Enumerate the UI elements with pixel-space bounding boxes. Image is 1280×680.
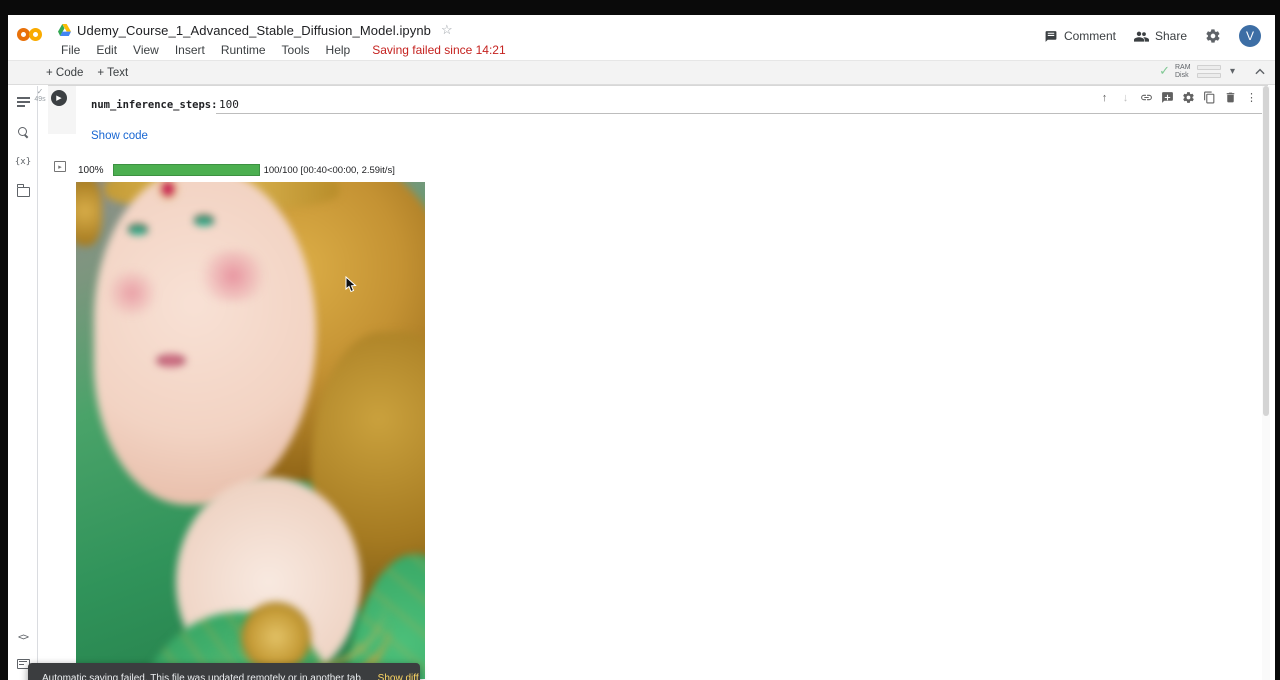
menu-edit[interactable]: Edit — [88, 41, 125, 59]
resource-widget[interactable]: ✓ RAM Disk ▾ — [1159, 63, 1235, 79]
scrollbar-thumb[interactable] — [1263, 86, 1269, 416]
image-right-eye — [194, 215, 214, 226]
avatar[interactable]: V — [1239, 25, 1261, 47]
image-left-eye — [128, 224, 148, 235]
add-code-button[interactable]: + Code — [46, 67, 83, 79]
drive-icon — [58, 24, 71, 36]
execution-time: 49s — [32, 96, 48, 103]
menu-help[interactable]: Help — [318, 41, 359, 59]
form-field-label: num_inference_steps: — [91, 99, 217, 111]
image-blush-region — [194, 250, 272, 302]
image-forehead-gem — [162, 182, 174, 196]
notebook-title[interactable]: Udemy_Course_1_Advanced_Stable_Diffusion… — [77, 23, 431, 38]
settings-gear-icon[interactable] — [1205, 28, 1221, 44]
execution-info: ✓ 49s — [32, 88, 48, 103]
share-label: Share — [1155, 29, 1187, 43]
run-cell-button[interactable]: ▶ — [51, 90, 67, 106]
disk-label: Disk — [1175, 72, 1194, 79]
image-blush-region — [104, 270, 160, 316]
variables-icon[interactable]: {x} — [8, 150, 38, 174]
menu-runtime[interactable]: Runtime — [213, 41, 274, 59]
comment-label: Comment — [1064, 29, 1116, 43]
comment-icon — [1044, 30, 1058, 43]
left-sidebar: {x} <> — [8, 86, 38, 680]
progress-caption: 100/100 [00:40<00:00, 2.59it/s] — [264, 165, 395, 176]
cell-toolbar: ↑ ↓ ⋮ — [1093, 88, 1263, 107]
menu-file[interactable]: File — [53, 41, 88, 59]
colab-app: Udemy_Course_1_Advanced_Stable_Diffusion… — [8, 15, 1275, 680]
add-text-button[interactable]: + Text — [97, 67, 128, 79]
copy-cell-icon[interactable] — [1202, 90, 1217, 105]
mouse-cursor — [345, 276, 357, 293]
move-cell-down-icon[interactable]: ↓ — [1118, 90, 1133, 105]
executed-check-icon: ✓ — [32, 88, 48, 96]
image-lips — [156, 354, 186, 367]
menu-bar: File Edit View Insert Runtime Tools Help… — [53, 41, 506, 59]
show-code-link[interactable]: Show code — [91, 130, 148, 142]
ram-label: RAM — [1175, 64, 1194, 71]
generated-image — [76, 182, 425, 679]
notebook-toolbar: + Code + Text ✓ RAM Disk ▾ — [8, 60, 1275, 85]
add-comment-icon[interactable] — [1160, 90, 1175, 105]
menu-insert[interactable]: Insert — [167, 41, 213, 59]
save-status[interactable]: Saving failed since 14:21 — [372, 43, 505, 57]
share-button[interactable]: Share — [1134, 29, 1187, 43]
search-icon[interactable] — [8, 120, 38, 144]
image-gold-pendant — [241, 602, 311, 672]
move-cell-up-icon[interactable]: ↑ — [1097, 90, 1112, 105]
save-failed-toast: Automatic saving failed. This file was u… — [28, 663, 420, 680]
menu-tools[interactable]: Tools — [274, 41, 318, 59]
collapse-chevron-icon[interactable] — [1253, 65, 1267, 79]
code-snippets-icon[interactable]: <> — [8, 625, 38, 649]
more-options-icon[interactable]: ⋮ — [1244, 90, 1259, 105]
link-cell-icon[interactable] — [1139, 90, 1154, 105]
progress-bar — [113, 164, 260, 176]
resources-caret-icon[interactable]: ▾ — [1230, 66, 1235, 77]
menu-view[interactable]: View — [125, 41, 167, 59]
logo-ring-right — [29, 28, 42, 41]
delete-cell-icon[interactable] — [1223, 90, 1238, 105]
output-indicator-icon[interactable]: ▸ — [54, 161, 66, 172]
play-icon: ▶ — [56, 94, 61, 102]
ram-meter — [1197, 65, 1221, 70]
show-diff-button[interactable]: Show diff — [378, 673, 419, 680]
progress-percent: 100% — [78, 165, 104, 176]
star-icon[interactable]: ☆ — [441, 22, 453, 38]
colab-logo-icon[interactable] — [16, 24, 48, 46]
share-people-icon — [1134, 30, 1149, 42]
header: Udemy_Course_1_Advanced_Stable_Diffusion… — [8, 15, 1275, 60]
cell-settings-icon[interactable] — [1181, 90, 1196, 105]
toast-message: Automatic saving failed. This file was u… — [42, 673, 364, 680]
screen-frame: Udemy_Course_1_Advanced_Stable_Diffusion… — [0, 0, 1280, 680]
comment-button[interactable]: Comment — [1044, 29, 1116, 43]
connected-check-icon: ✓ — [1159, 63, 1170, 79]
progress-row: 100% 100/100 [00:40<00:00, 2.59it/s] — [78, 163, 395, 177]
image-gold-ornament-region — [76, 182, 102, 246]
files-icon[interactable] — [8, 180, 38, 204]
disk-meter — [1197, 73, 1221, 78]
